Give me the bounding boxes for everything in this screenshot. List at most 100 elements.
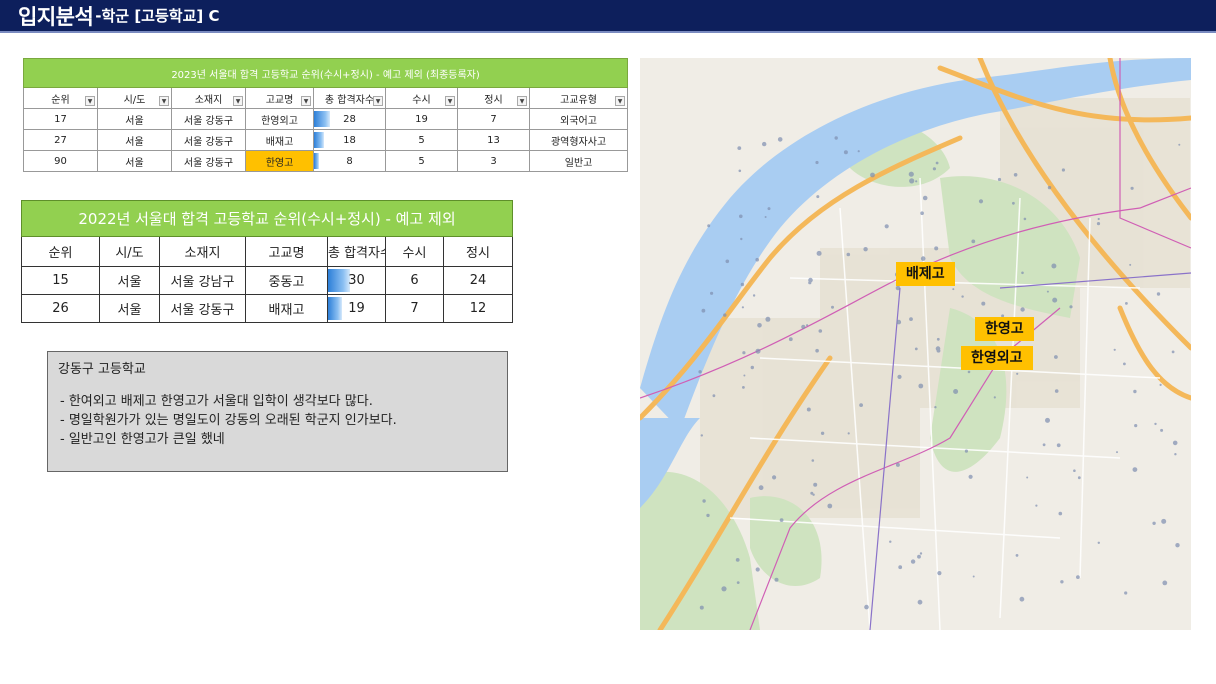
map-poi-dot [1097, 541, 1100, 544]
map-poi-dot [935, 161, 939, 165]
map-poi-dot [1077, 476, 1081, 480]
map-poi-dot [967, 370, 971, 374]
map-poi-dot [818, 329, 823, 333]
map-poi-dot [701, 308, 706, 313]
cell-rank: 26 [21, 294, 100, 323]
map-poi-dot [909, 178, 915, 184]
map-poi-dot [1096, 222, 1101, 226]
map-poi-dot [813, 482, 818, 487]
map-poi-dot [1159, 383, 1162, 386]
map-poi-dot [1047, 185, 1052, 190]
table-row: 90 서울 서울 강동구 한영고 8 5 3 일반고 [23, 150, 629, 172]
map-poi-dot [774, 577, 779, 582]
map-poi-dot [968, 474, 973, 479]
map-poi-dot [1134, 424, 1138, 428]
map-poi-dot [870, 172, 875, 178]
cell-jeongsi: 24 [442, 266, 514, 295]
note-title: 강동구 고등학교 [58, 362, 146, 377]
map-poi-dot [758, 485, 764, 491]
filter-dropdown-icon[interactable]: ▼ [233, 96, 243, 106]
map-poi-dot [1156, 292, 1161, 296]
map-poi-dot [1021, 271, 1024, 275]
map-poi-dot [1054, 389, 1059, 393]
map-poi-dot [1012, 201, 1015, 205]
map-poi-dot [702, 499, 706, 503]
map-poi-dot [1097, 217, 1100, 221]
filter-dropdown-icon[interactable]: ▼ [301, 96, 311, 106]
cell-susi: 19 [385, 108, 458, 130]
map-poi-dot [762, 141, 767, 147]
map-poi-dot [934, 406, 937, 409]
map-poi-dot [1019, 596, 1025, 602]
column-header: 고교명 [245, 236, 328, 267]
column-header: 순위 [21, 236, 100, 267]
map-poi-dot [750, 365, 754, 370]
map-poi-dot [1133, 389, 1137, 394]
map-poi-dot [1123, 362, 1126, 366]
column-header: 총 합격자수 [327, 236, 386, 267]
map-graphic [640, 58, 1191, 630]
filter-dropdown-icon[interactable]: ▼ [85, 96, 95, 106]
filter-dropdown-icon[interactable]: ▼ [373, 96, 383, 106]
map-poi-dot [1016, 372, 1019, 375]
filter-dropdown-icon[interactable]: ▼ [517, 96, 527, 106]
map-poi-dot [908, 171, 914, 177]
slide-subtitle: -학군 [고등학교] C [95, 7, 220, 25]
map-poi-dot [1174, 453, 1177, 456]
map-poi-dot [1020, 307, 1025, 312]
cell-jeongsi: 3 [457, 150, 530, 172]
note-list: - 한여외고 배제고 한영고가 서울대 입학이 생각보다 많다. - 명일학원가… [58, 392, 497, 449]
map-poi-dot [1132, 467, 1138, 472]
map-poi-dot [739, 214, 743, 219]
map-poi-dot [1061, 168, 1065, 172]
map-label-hanyoung-foreign[interactable]: 한영외고 [961, 346, 1033, 370]
table-2022-header-row: 순위 시/도 소재지 고교명 총 합격자수 수시 정시 [21, 236, 514, 267]
map-label-baejae[interactable]: 배제고 [896, 262, 955, 286]
map-poi-dot [801, 324, 806, 329]
column-header: 소재지 ▼ [171, 87, 246, 109]
cell-rank: 27 [23, 129, 98, 151]
map-poi-dot [981, 301, 986, 306]
map-poi-dot [707, 224, 711, 228]
filter-dropdown-icon[interactable]: ▼ [445, 96, 455, 106]
map-poi-dot [1069, 305, 1073, 309]
data-bar [328, 269, 350, 292]
cell-school-highlighted: 한영고 [245, 150, 314, 172]
cell-rank: 17 [23, 108, 98, 130]
filter-dropdown-icon[interactable]: ▼ [615, 96, 626, 106]
map-poi-dot [864, 604, 869, 610]
map-poi-dot [742, 351, 746, 355]
table-2023-caption: 2023년 서울대 합격 고등학교 순위(수시+정시) - 예고 제외 (최종등… [22, 58, 629, 88]
map-poi-dot [918, 383, 924, 389]
map-poi-dot [952, 288, 955, 291]
map-poi-dot [1130, 186, 1134, 190]
map-label-hanyoung[interactable]: 한영고 [975, 317, 1034, 341]
gangdong-map[interactable]: 배제고 한영고 한영외고 [640, 58, 1191, 630]
map-poi-dot [857, 150, 860, 153]
map-poi-dot [917, 599, 923, 605]
map-poi-dot [816, 250, 822, 256]
map-poi-dot [755, 348, 761, 354]
map-poi-dot [961, 295, 964, 298]
map-poi-dot [752, 294, 756, 297]
table-2022-caption: 2022년 서울대 합격 고등학교 순위(수시+정시) - 예고 제외 [20, 200, 514, 237]
map-poi-dot [1161, 518, 1167, 524]
map-poi-dot [706, 513, 710, 518]
map-poi-dot [972, 575, 975, 578]
map-poi-dot [1042, 443, 1046, 447]
map-poi-dot [934, 246, 939, 251]
map-poi-dot [964, 449, 968, 453]
map-poi-dot [917, 554, 921, 559]
table-row: 27 서울 서울 강동구 배재고 18 5 13 광역형자사고 [23, 129, 629, 151]
map-poi-dot [859, 403, 863, 407]
map-poi-dot [1013, 173, 1018, 177]
filter-dropdown-icon[interactable]: ▼ [159, 96, 169, 106]
map-poi-dot [910, 559, 916, 564]
map-poi-dot [1045, 417, 1050, 423]
map-poi-dot [1125, 302, 1128, 305]
slide-title: 입지분석 [18, 4, 94, 29]
map-poi-dot [699, 605, 704, 610]
map-poi-dot [755, 257, 759, 262]
table-2023-header-row: 순위 ▼ 시/도 ▼ 소재지 ▼ 고교명 ▼ 총 합격자수 ▼ 수시 ▼ 정시 ▼ 고교유형 ▼ [23, 87, 629, 109]
map-poi-dot [971, 239, 976, 244]
